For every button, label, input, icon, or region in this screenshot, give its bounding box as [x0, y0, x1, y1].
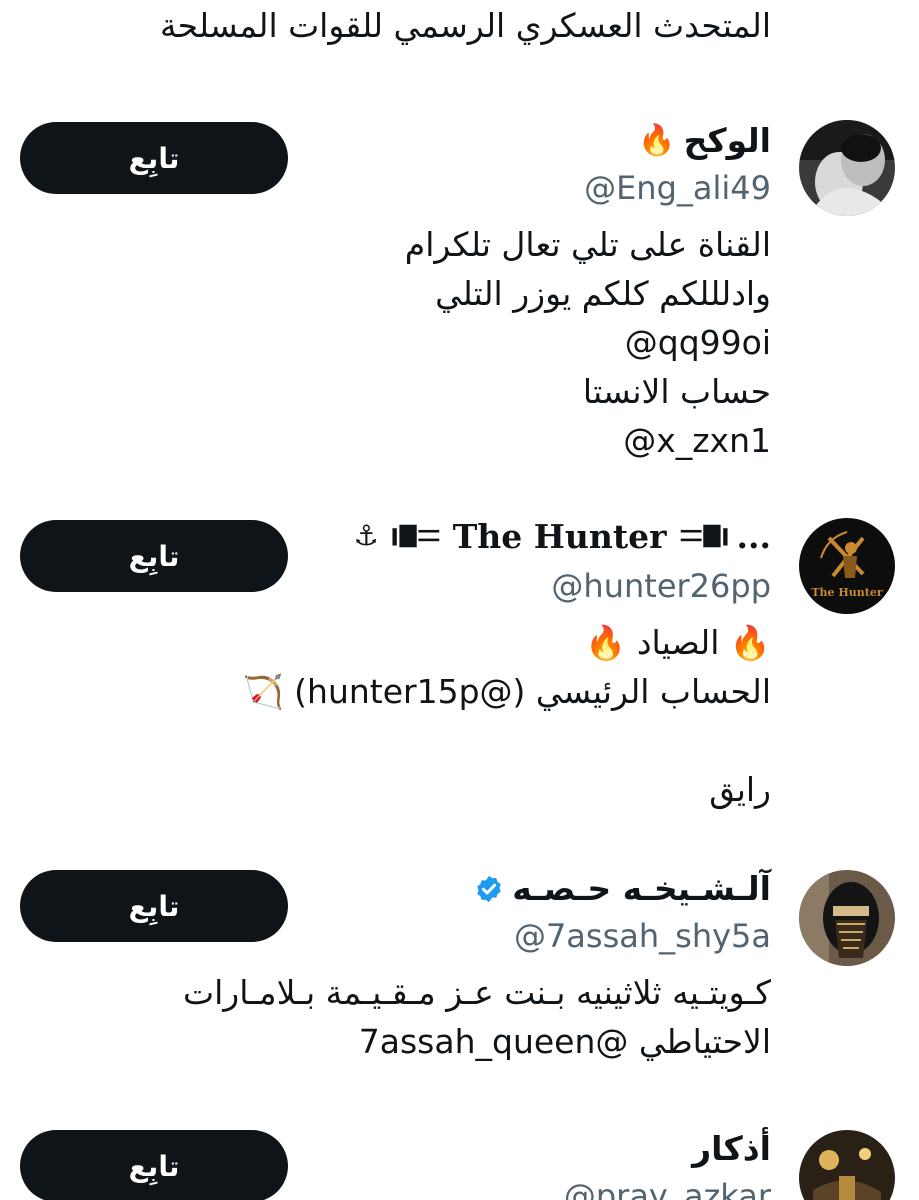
user-bio: القناة على تلي تعال تلكرام وادلللكم كلكم…: [405, 220, 771, 465]
bio-line: حساب الانستا: [582, 372, 771, 411]
bio-line: 🔥 الصياد 🔥: [585, 623, 771, 662]
fire-icon: 🔥: [638, 123, 676, 158]
display-name[interactable]: الوكح: [684, 118, 771, 164]
bio-line: القناة على تلي تعال تلكرام: [404, 225, 771, 264]
follow-button[interactable]: تابِع: [20, 520, 288, 592]
bio-line: كـويتـيه ثلاثينيه بـنت عـز مـقـيـمة بـلا…: [183, 973, 771, 1012]
follow-button[interactable]: تابِع: [20, 870, 288, 942]
bio-mention-link[interactable]: @qq99oi: [405, 318, 771, 367]
who-to-follow-list: المتحدث العسكري الرسمي للقوات المسلحة تا…: [0, 0, 919, 1200]
previous-user-bio: المتحدث العسكري الرسمي للقوات المسلحة: [159, 6, 771, 45]
display-name-row[interactable]: آلـشـيخـه حـصـه: [474, 866, 771, 912]
truncation-ellipsis: ...: [736, 516, 771, 556]
display-name-row[interactable]: أذكار: [692, 1126, 771, 1172]
avatar[interactable]: [799, 120, 895, 216]
follow-button[interactable]: تابِع: [20, 122, 288, 194]
avatar[interactable]: The Hunter: [799, 518, 895, 614]
bio-blank-line: [243, 716, 771, 765]
user-bio: 🔥 الصياد 🔥 الحساب الرئيسي (@hunter15p) 🏹…: [243, 618, 771, 814]
bio-mention-link[interactable]: @x_zxn1: [405, 416, 771, 465]
avatar-label: The Hunter: [811, 586, 882, 599]
user-handle[interactable]: @7assah_shy5a: [514, 914, 771, 958]
avatar[interactable]: [799, 870, 895, 966]
display-name-row[interactable]: الوكح 🔥: [638, 118, 771, 164]
user-handle[interactable]: @Eng_ali49: [584, 166, 771, 210]
display-name[interactable]: The Hunter ...: [387, 517, 771, 556]
anchor-icon: ⚓: [353, 519, 379, 552]
bio-line: رايق: [709, 770, 771, 809]
bio-line: الحساب الرئيسي (@hunter15p) 🏹: [242, 672, 771, 711]
user-handle[interactable]: @pray_azkar: [564, 1174, 771, 1200]
bar-decoration-icon: [680, 524, 728, 548]
display-name[interactable]: أذكار: [692, 1126, 771, 1172]
avatar[interactable]: [799, 1130, 895, 1200]
display-name-row[interactable]: ⚓ The Hunter ...: [354, 516, 771, 556]
user-bio: كـويتـيه ثلاثينيه بـنت عـز مـقـيـمة بـلا…: [183, 968, 771, 1066]
verified-badge-icon[interactable]: [474, 874, 504, 904]
bio-line: الاحتياطي @7assah_queen: [358, 1022, 771, 1061]
bar-decoration-icon: [392, 524, 439, 548]
user-handle[interactable]: @hunter26pp: [551, 564, 771, 608]
bio-line: وادلللكم كلكم يوزر التلي: [435, 274, 771, 313]
display-name-text: The Hunter: [452, 516, 667, 556]
display-name[interactable]: آلـشـيخـه حـصـه: [512, 866, 771, 912]
follow-button[interactable]: تابِع: [20, 1130, 288, 1200]
